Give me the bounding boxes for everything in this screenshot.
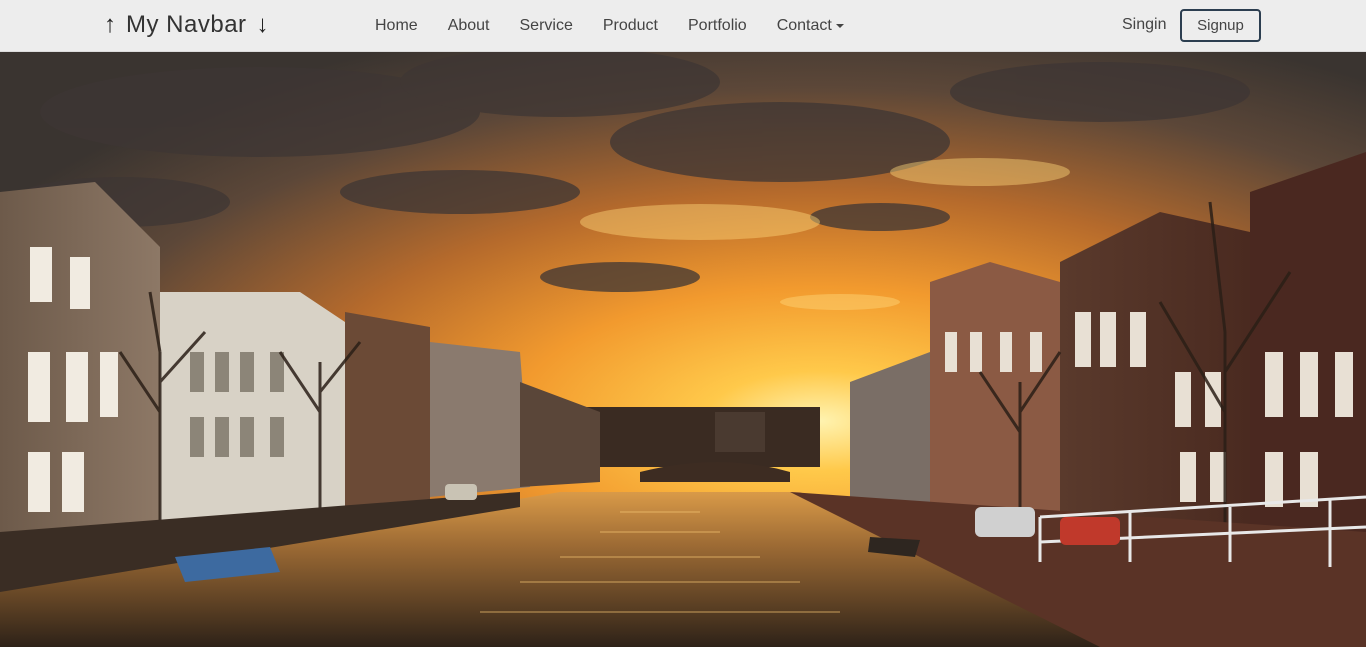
nav-item-contact-dropdown[interactable]: Contact bbox=[762, 17, 859, 35]
navbar: ↑ My Navbar ↓ Home About Service Product… bbox=[0, 0, 1366, 52]
nav-item-portfolio[interactable]: Portfolio bbox=[673, 17, 762, 35]
nav-item-about[interactable]: About bbox=[433, 17, 505, 35]
nav-label-product: Product bbox=[602, 17, 658, 34]
arrow-down-icon: ↓ bbox=[256, 11, 269, 38]
caret-down-icon bbox=[835, 23, 844, 28]
nav-menu: Home About Service Product Portfolio Con… bbox=[360, 0, 859, 52]
brand-title: My Navbar bbox=[126, 11, 247, 38]
hero-image bbox=[0, 52, 1366, 647]
nav-label-about: About bbox=[447, 17, 490, 34]
arrow-up-icon: ↑ bbox=[104, 11, 116, 38]
nav-label-home: Home bbox=[375, 17, 418, 34]
hero-sunset-canal-illustration bbox=[0, 52, 1366, 647]
nav-item-home[interactable]: Home bbox=[360, 17, 433, 35]
nav-item-product[interactable]: Product bbox=[588, 17, 673, 35]
brand-link[interactable]: ↑ My Navbar ↓ bbox=[104, 10, 269, 40]
nav-label-portfolio: Portfolio bbox=[688, 17, 747, 34]
nav-item-service[interactable]: Service bbox=[505, 17, 588, 35]
nav-label-contact: Contact bbox=[776, 17, 832, 34]
signin-link[interactable]: Singin bbox=[1122, 16, 1166, 34]
nav-label-service: Service bbox=[519, 17, 573, 34]
signup-button[interactable]: Signup bbox=[1180, 9, 1261, 42]
